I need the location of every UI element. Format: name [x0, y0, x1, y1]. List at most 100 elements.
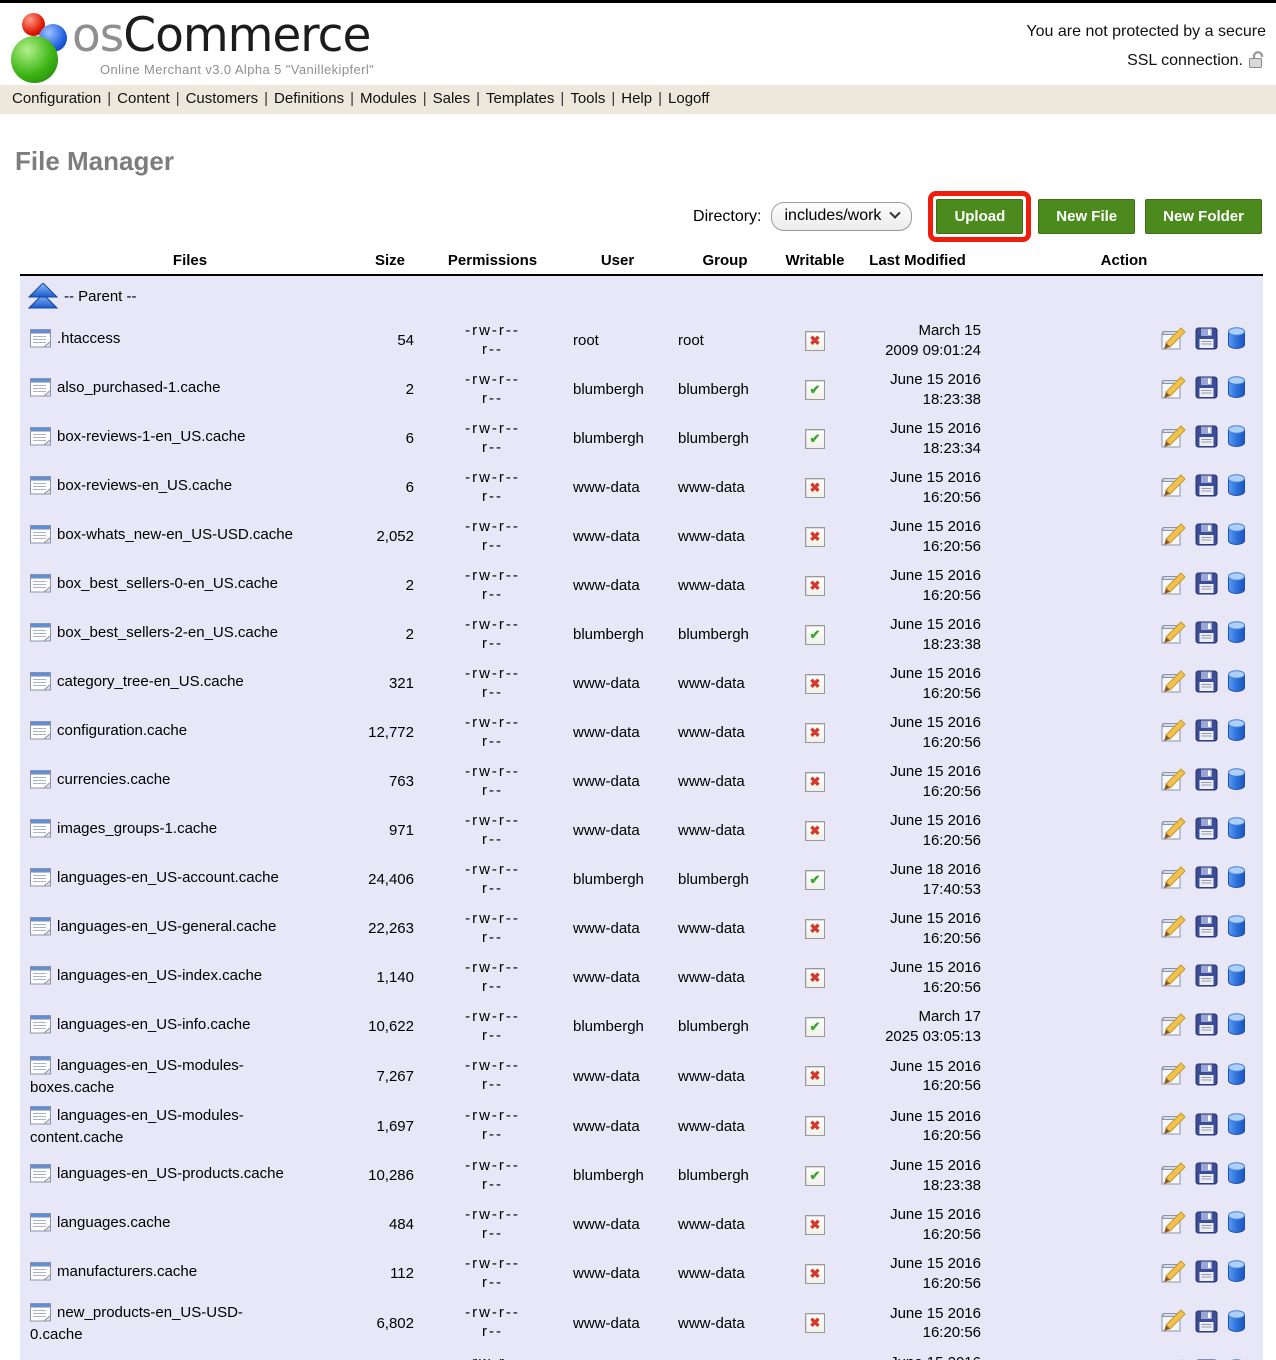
edit-icon[interactable] — [1160, 1162, 1187, 1190]
file-name-link[interactable]: box-reviews-1-en_US.cache — [57, 428, 245, 445]
save-icon[interactable] — [1195, 964, 1218, 991]
edit-icon[interactable] — [1160, 621, 1187, 649]
save-icon[interactable] — [1195, 1162, 1218, 1189]
file-name-link[interactable]: currencies.cache — [57, 771, 170, 788]
file-name-link[interactable]: category_tree-en_US.cache — [57, 673, 244, 690]
save-icon[interactable] — [1195, 915, 1218, 942]
edit-icon[interactable] — [1160, 425, 1187, 453]
directory-select[interactable]: includes/work — [771, 202, 913, 231]
delete-icon[interactable] — [1226, 473, 1247, 502]
file-name-link[interactable]: manufacturers.cache — [57, 1263, 197, 1280]
edit-icon[interactable] — [1160, 376, 1187, 404]
delete-icon[interactable] — [1226, 963, 1247, 992]
delete-icon[interactable] — [1226, 718, 1247, 747]
file-name-link[interactable]: languages-en_US-modules-boxes.cache — [30, 1057, 244, 1096]
delete-icon[interactable] — [1226, 669, 1247, 698]
file-name-link[interactable]: languages-en_US-account.cache — [57, 869, 279, 886]
file-name-link[interactable]: configuration.cache — [57, 722, 187, 739]
delete-icon[interactable] — [1226, 1161, 1247, 1190]
edit-icon[interactable] — [1160, 915, 1187, 943]
menu-item-logoff[interactable]: Logoff — [668, 90, 709, 107]
edit-icon[interactable] — [1160, 1309, 1187, 1337]
edit-icon[interactable] — [1160, 523, 1187, 551]
delete-icon[interactable] — [1226, 767, 1247, 796]
save-icon[interactable] — [1195, 866, 1218, 893]
oscommerce-logo[interactable]: osCommerce Online Merchant v3.0 Alpha 5 … — [6, 9, 374, 83]
file-name-link[interactable]: also_purchased-1.cache — [57, 379, 220, 396]
save-icon[interactable] — [1195, 719, 1218, 746]
delete-icon[interactable] — [1226, 1210, 1247, 1239]
upload-button[interactable]: Upload — [936, 199, 1023, 234]
file-name-link[interactable]: images_groups-1.cache — [57, 820, 217, 837]
edit-icon[interactable] — [1160, 866, 1187, 894]
save-icon[interactable] — [1195, 817, 1218, 844]
edit-icon[interactable] — [1160, 817, 1187, 845]
delete-icon[interactable] — [1226, 914, 1247, 943]
menu-item-tools[interactable]: Tools — [570, 90, 605, 107]
save-icon[interactable] — [1195, 621, 1218, 648]
save-icon[interactable] — [1195, 1013, 1218, 1040]
parent-directory-link[interactable]: -- Parent -- — [28, 283, 1263, 310]
menu-item-sales[interactable]: Sales — [433, 90, 471, 107]
menu-item-configuration[interactable]: Configuration — [12, 90, 101, 107]
edit-icon[interactable] — [1160, 1062, 1187, 1090]
new-file-button[interactable]: New File — [1038, 199, 1135, 234]
delete-icon[interactable] — [1226, 571, 1247, 600]
save-icon[interactable] — [1195, 1211, 1218, 1238]
menu-item-definitions[interactable]: Definitions — [274, 90, 344, 107]
save-icon[interactable] — [1195, 670, 1218, 697]
file-name-link[interactable]: languages.cache — [57, 1214, 170, 1231]
menu-item-help[interactable]: Help — [621, 90, 652, 107]
delete-icon[interactable] — [1226, 424, 1247, 453]
delete-icon[interactable] — [1226, 865, 1247, 894]
delete-icon[interactable] — [1226, 1012, 1247, 1041]
edit-icon[interactable] — [1160, 327, 1187, 355]
delete-icon[interactable] — [1226, 620, 1247, 649]
file-name-link[interactable]: languages-en_US-products.cache — [57, 1165, 284, 1182]
file-name-link[interactable]: box-whats_new-en_US-USD.cache — [57, 526, 293, 543]
delete-icon[interactable] — [1226, 1062, 1247, 1091]
file-name-link[interactable]: box-reviews-en_US.cache — [57, 477, 232, 494]
save-icon[interactable] — [1195, 1260, 1218, 1287]
delete-icon[interactable] — [1226, 1309, 1247, 1338]
edit-icon[interactable] — [1160, 719, 1187, 747]
menu-item-templates[interactable]: Templates — [486, 90, 554, 107]
save-icon[interactable] — [1195, 376, 1218, 403]
save-icon[interactable] — [1195, 572, 1218, 599]
edit-icon[interactable] — [1160, 572, 1187, 600]
edit-icon[interactable] — [1160, 670, 1187, 698]
edit-icon[interactable] — [1160, 768, 1187, 796]
delete-icon[interactable] — [1226, 375, 1247, 404]
delete-icon[interactable] — [1226, 326, 1247, 355]
save-icon[interactable] — [1195, 768, 1218, 795]
file-name-link[interactable]: box_best_sellers-2-en_US.cache — [57, 624, 278, 641]
file-name-link[interactable]: languages-en_US-general.cache — [57, 918, 276, 935]
edit-icon[interactable] — [1160, 1013, 1187, 1041]
delete-icon[interactable] — [1226, 1112, 1247, 1141]
file-name-link[interactable]: languages-en_US-info.cache — [57, 1016, 250, 1033]
edit-icon[interactable] — [1160, 474, 1187, 502]
file-name-link[interactable]: languages-en_US-modules-content.cache — [30, 1107, 244, 1146]
edit-icon[interactable] — [1160, 1211, 1187, 1239]
file-name-link[interactable]: new_products-en_US-USD-0.cache — [30, 1304, 243, 1343]
edit-icon[interactable] — [1160, 964, 1187, 992]
save-icon[interactable] — [1195, 1113, 1218, 1140]
save-icon[interactable] — [1195, 425, 1218, 452]
file-name-link[interactable]: languages-en_US-index.cache — [57, 967, 262, 984]
save-icon[interactable] — [1195, 523, 1218, 550]
edit-icon[interactable] — [1160, 1260, 1187, 1288]
delete-icon[interactable] — [1226, 816, 1247, 845]
delete-icon[interactable] — [1226, 1259, 1247, 1288]
menu-item-content[interactable]: Content — [117, 90, 170, 107]
new-folder-button[interactable]: New Folder — [1145, 199, 1262, 234]
menu-item-modules[interactable]: Modules — [360, 90, 417, 107]
menu-item-customers[interactable]: Customers — [186, 90, 259, 107]
delete-icon[interactable] — [1226, 522, 1247, 551]
save-icon[interactable] — [1195, 1310, 1218, 1337]
file-name-link[interactable]: box_best_sellers-0-en_US.cache — [57, 575, 278, 592]
edit-icon[interactable] — [1160, 1112, 1187, 1140]
save-icon[interactable] — [1195, 474, 1218, 501]
save-icon[interactable] — [1195, 1063, 1218, 1090]
file-name-link[interactable]: .htaccess — [57, 330, 120, 347]
save-icon[interactable] — [1195, 327, 1218, 354]
